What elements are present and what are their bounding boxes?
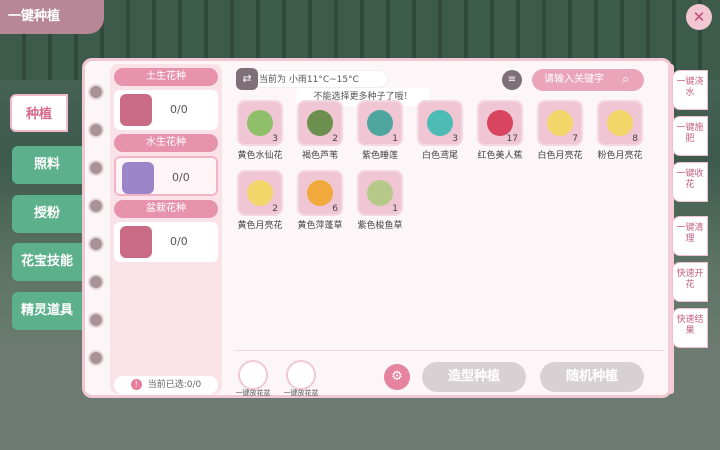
seed-item[interactable]: 17 红色美人蕉 — [474, 100, 526, 161]
seed-item[interactable]: 3 黄色水仙花 — [234, 100, 286, 161]
category-card-water[interactable]: 0/0 — [114, 156, 218, 196]
seed-item[interactable]: 3 白色鸢尾 — [414, 100, 466, 161]
seed-slot[interactable]: 8 — [597, 100, 643, 146]
seed-item[interactable]: 6 黄色萍蓬草 — [294, 170, 346, 231]
seed-icon — [487, 110, 513, 136]
seed-slot[interactable]: 7 — [537, 100, 583, 146]
seed-icon — [367, 110, 393, 136]
weather-bar: 当前为 小雨11°C~15°C — [236, 70, 388, 88]
seed-icon — [247, 110, 273, 136]
tool-water-all[interactable]: 一键浇水 — [672, 70, 708, 110]
seed-pouch-icon — [120, 94, 152, 126]
seed-item[interactable]: 7 白色月亮花 — [534, 100, 586, 161]
seed-item[interactable]: 1 紫色梭鱼草 — [354, 170, 406, 231]
seed-name: 黄色水仙花 — [237, 151, 283, 161]
seed-icon — [427, 110, 453, 136]
search-icon[interactable]: ⌕ — [622, 72, 638, 88]
seed-item[interactable]: 1 紫色睡莲 — [354, 100, 406, 161]
tool-harvest-all[interactable]: 一键收花 — [672, 162, 708, 202]
seed-name: 粉色月亮花 — [597, 151, 643, 161]
pot-label: 一键放花盆 — [235, 389, 271, 397]
seed-icon — [367, 180, 393, 206]
seed-name: 褐色芦苇 — [301, 151, 338, 161]
search-input[interactable]: 请输入关键字 ⌕ — [532, 69, 644, 91]
page-title: 一键种植 — [0, 0, 104, 34]
seed-name: 黄色萍蓬草 — [297, 221, 343, 231]
seed-slot[interactable]: 3 — [417, 100, 463, 146]
tool-quick-bloom[interactable]: 快速开花 — [672, 262, 708, 302]
shape-plant-button[interactable]: 造型种植 — [422, 362, 526, 392]
seed-name: 红色美人蕉 — [477, 151, 523, 161]
close-button[interactable]: ✕ — [686, 4, 712, 30]
seed-quantity: 3 — [272, 134, 278, 144]
tab-plant[interactable]: 种植 — [10, 94, 68, 132]
weather-toggle-icon[interactable]: ⇄ — [236, 68, 258, 90]
seed-slot[interactable]: 1 — [357, 170, 403, 216]
seed-name: 白色鸢尾 — [421, 151, 458, 161]
category-count: 0/0 — [170, 103, 188, 116]
seed-quantity: 17 — [506, 134, 518, 144]
seed-icon — [247, 180, 273, 206]
random-plant-button[interactable]: 随机种植 — [540, 362, 644, 392]
seed-slot[interactable]: 3 — [237, 100, 283, 146]
tab-pollinate[interactable]: 授粉 — [12, 195, 82, 233]
seed-name: 黄色月亮花 — [237, 221, 283, 231]
category-count: 0/0 — [170, 235, 188, 248]
seed-slot[interactable]: 2 — [237, 170, 283, 216]
seed-item[interactable]: 2 黄色月亮花 — [234, 170, 286, 231]
category-header-water: 水生花种 — [114, 134, 218, 152]
tab-care[interactable]: 照料 — [12, 146, 82, 184]
pot-label: 一键放花盆 — [283, 389, 319, 397]
bottom-divider — [234, 350, 664, 351]
tool-fertilize-all[interactable]: 一键施肥 — [672, 116, 708, 156]
tool-clean-all[interactable]: 一键清理 — [672, 216, 708, 256]
tool-quick-fruit[interactable]: 快速结果 — [672, 308, 708, 348]
search-placeholder: 请输入关键字 — [544, 74, 604, 85]
pot-button[interactable] — [286, 360, 316, 390]
pot-button[interactable] — [238, 360, 268, 390]
seed-slot[interactable]: 17 — [477, 100, 523, 146]
seed-quantity: 6 — [332, 204, 338, 214]
seed-slot[interactable]: 6 — [297, 170, 343, 216]
seed-quantity: 7 — [572, 134, 578, 144]
seed-name: 白色月亮花 — [537, 151, 583, 161]
tab-spirit-items[interactable]: 精灵道具 — [12, 292, 82, 330]
category-card-potted[interactable]: 0/0 — [114, 222, 218, 262]
close-icon: ✕ — [692, 8, 706, 26]
seed-name: 紫色梭鱼草 — [357, 221, 403, 231]
tab-flower-skill[interactable]: 花宝技能 — [12, 243, 82, 281]
category-header-soil: 土生花种 — [114, 68, 218, 86]
seed-name: 紫色睡莲 — [361, 151, 398, 161]
selected-count-text: 当前已选:0/0 — [147, 380, 202, 390]
seed-quantity: 1 — [392, 134, 398, 144]
category-header-potted: 盆栽花种 — [114, 200, 218, 218]
seed-icon — [607, 110, 633, 136]
seed-quantity: 1 — [392, 204, 398, 214]
category-card-soil[interactable]: 0/0 — [114, 90, 218, 130]
seed-quantity: 8 — [632, 134, 638, 144]
seed-pouch-icon — [120, 226, 152, 258]
seed-icon — [307, 110, 333, 136]
seed-slot[interactable]: 2 — [297, 100, 343, 146]
info-icon: ! — [130, 379, 142, 390]
filter-button[interactable]: ≡ — [502, 70, 522, 90]
seed-icon — [547, 110, 573, 136]
seed-item[interactable]: 8 粉色月亮花 — [594, 100, 646, 161]
seed-quantity: 2 — [332, 134, 338, 144]
category-column: 土生花种 0/0 水生花种 0/0 盆栽花种 0/0 ! 当前已选:0/0 — [110, 64, 222, 394]
seed-quantity: 3 — [452, 134, 458, 144]
category-count: 0/0 — [172, 171, 190, 184]
seed-icon — [307, 180, 333, 206]
seed-quantity: 2 — [272, 204, 278, 214]
seed-item[interactable]: 2 褐色芦苇 — [294, 100, 346, 161]
settings-gear-icon[interactable]: ⚙ — [384, 364, 410, 390]
seed-slot[interactable]: 1 — [357, 100, 403, 146]
seed-pouch-icon — [122, 162, 154, 194]
selected-count-info: ! 当前已选:0/0 — [114, 376, 218, 394]
